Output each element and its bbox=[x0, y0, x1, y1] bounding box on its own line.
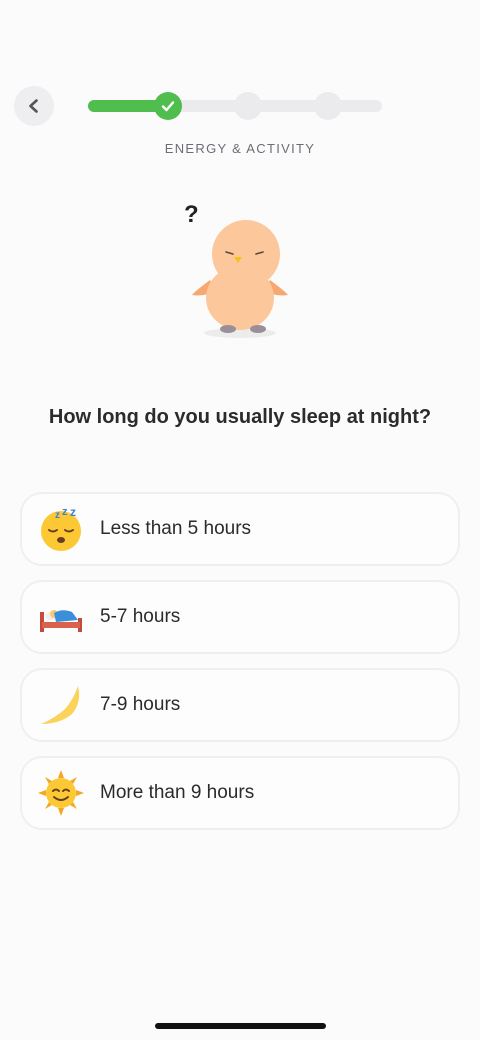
option-more-than-9-hours[interactable]: More than 9 hours bbox=[20, 756, 460, 830]
option-label: 7-9 hours bbox=[100, 694, 181, 715]
mascot-illustration: ? bbox=[184, 201, 288, 338]
options-list: z z z Less than 5 hours 5-7 hours 7-9 ho… bbox=[20, 492, 460, 844]
question-title: How long do you usually sleep at night? bbox=[48, 406, 432, 428]
svg-text:z: z bbox=[70, 506, 76, 519]
bed-icon bbox=[40, 610, 82, 632]
crescent-moon-icon bbox=[41, 686, 80, 724]
progress-step-3 bbox=[314, 92, 342, 120]
svg-text:z: z bbox=[62, 506, 68, 518]
progress-step-2 bbox=[234, 92, 262, 120]
sun-face-icon bbox=[38, 770, 84, 816]
progress-step-1 bbox=[154, 92, 182, 120]
chevron-left-icon bbox=[29, 99, 38, 113]
checkmark-icon bbox=[161, 101, 175, 112]
question-mark: ? bbox=[184, 201, 199, 228]
option-5-7-hours[interactable]: 5-7 hours bbox=[20, 580, 460, 654]
home-indicator bbox=[155, 1023, 326, 1029]
option-label: More than 9 hours bbox=[100, 782, 255, 803]
option-label: Less than 5 hours bbox=[100, 518, 252, 539]
sleeping-face-icon: z z z bbox=[41, 506, 81, 551]
section-label: ENERGY & ACTIVITY bbox=[164, 141, 316, 156]
progress-bar bbox=[88, 92, 382, 120]
back-button[interactable] bbox=[14, 86, 54, 126]
option-label: 5-7 hours bbox=[100, 606, 181, 627]
svg-text:z: z bbox=[55, 510, 60, 521]
option-7-9-hours[interactable]: 7-9 hours bbox=[20, 668, 460, 742]
option-less-than-5-hours[interactable]: z z z Less than 5 hours bbox=[20, 492, 460, 566]
